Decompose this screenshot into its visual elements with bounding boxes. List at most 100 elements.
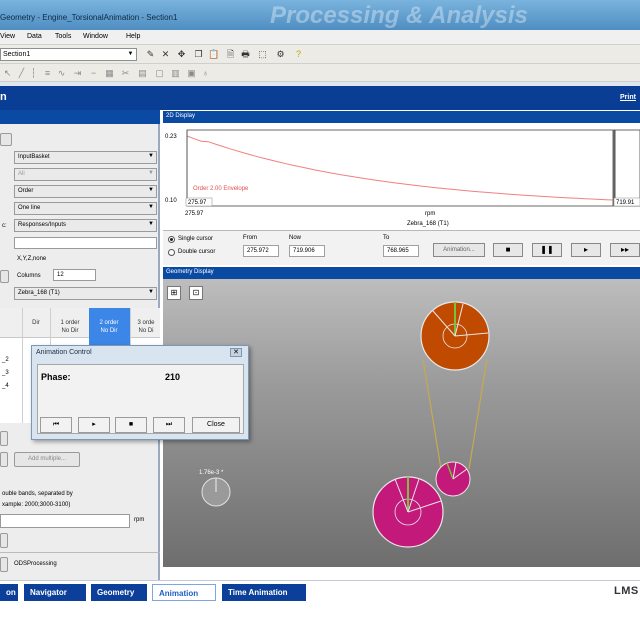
double-cursor-radio[interactable]: [168, 249, 175, 256]
menu-data[interactable]: Data: [27, 33, 42, 40]
rewind-button[interactable]: ⏮: [40, 417, 72, 433]
grid-header[interactable]: 1 order No Dir: [52, 319, 88, 335]
arrow-icon[interactable]: ⇥: [72, 68, 83, 79]
xyz-value: X,Y,Z,none: [17, 256, 47, 262]
stop-button[interactable]: ■: [493, 243, 523, 257]
cursor-right-readout: 719.91: [616, 200, 635, 206]
select-order[interactable]: Order ▼: [14, 185, 157, 198]
plot-frame: [186, 129, 614, 207]
watermark-text: Processing & Analysis: [270, 2, 528, 29]
lightbulb-icon[interactable]: ♁: [200, 68, 211, 79]
image-icon[interactable]: ▣: [186, 68, 197, 79]
select-responses-inputs[interactable]: Responses/Inputs ▼: [14, 219, 157, 232]
tab-navigator[interactable]: Navigator: [24, 584, 86, 601]
play-button[interactable]: ▸: [78, 417, 110, 433]
line-icon[interactable]: ╱: [16, 68, 27, 79]
add-multiple-button[interactable]: Add multiple...: [14, 452, 80, 467]
single-cursor-label: Single cursor: [178, 236, 214, 242]
dialog-close-icon[interactable]: ✕: [230, 348, 242, 357]
cursor-left-readout: 275.97: [188, 200, 207, 206]
workbook-header: n Print: [0, 86, 640, 110]
select-one-line[interactable]: One line ▼: [14, 202, 157, 215]
select-value: One line: [18, 205, 41, 211]
layout-icon[interactable]: ▥: [170, 68, 181, 79]
bands-input[interactable]: [0, 514, 130, 528]
curve-icon[interactable]: ∿: [56, 68, 67, 79]
section-combo-value: Section1: [3, 51, 31, 58]
minus-icon[interactable]: −: [88, 68, 99, 79]
panel-button[interactable]: [0, 431, 8, 446]
fast-forward-icon: ▸▸: [620, 245, 630, 254]
section-combo[interactable]: Section1 ▼: [0, 48, 137, 61]
cursor-icon[interactable]: ↖: [2, 68, 13, 79]
settings-icon[interactable]: ⚙: [275, 49, 286, 60]
now-label: Now: [289, 235, 302, 241]
cursor-bar: Single cursor Double cursor From 275.972…: [163, 230, 640, 265]
x-axis-label: Zebra_168 (T1): [407, 221, 449, 227]
dialog-close-button[interactable]: Close: [192, 417, 240, 433]
from-field[interactable]: 275.972: [243, 245, 279, 257]
display-2d-header: 2D Display: [163, 111, 640, 123]
print-icon[interactable]: 🖶: [240, 49, 251, 60]
panel-button[interactable]: [0, 533, 8, 548]
phase-label: Phase:: [41, 372, 71, 382]
fast-forward-button[interactable]: ▸▸: [610, 243, 640, 257]
menu-view[interactable]: View: [0, 33, 15, 40]
select-all[interactable]: All ▼: [14, 168, 157, 181]
menu-help[interactable]: Help: [126, 33, 140, 40]
print-link[interactable]: Print: [620, 94, 636, 101]
plot-svg: 0.23 0.10 Order 2.00 Envelope 275.97 719…: [165, 129, 640, 227]
select-input-basket[interactable]: InputBasket ▼: [14, 151, 157, 164]
grid-header[interactable]: 3 orde No Di: [131, 319, 161, 335]
export-icon[interactable]: ⬚: [257, 49, 268, 60]
stop-icon: ■: [128, 421, 134, 428]
node-icon[interactable]: ┆: [28, 68, 39, 79]
panel-button[interactable]: [0, 452, 8, 467]
single-cursor-radio[interactable]: [168, 236, 175, 243]
paste-icon[interactable]: 📋: [208, 49, 219, 60]
panel-button[interactable]: [0, 133, 12, 146]
select-value: Responses/Inputs: [18, 222, 67, 228]
menu-tools[interactable]: Tools: [55, 33, 71, 40]
help-icon[interactable]: ?: [293, 49, 304, 60]
tab-previous[interactable]: on: [0, 584, 18, 601]
now-field[interactable]: 719.906: [289, 245, 325, 257]
table-icon[interactable]: ▤: [137, 68, 148, 79]
skip-forward-button[interactable]: ⏭: [153, 417, 185, 433]
select-value: InputBasket: [18, 154, 50, 160]
menu-window[interactable]: Window: [83, 33, 108, 40]
pause-button[interactable]: ❚❚: [532, 243, 562, 257]
tools-icon[interactable]: ✂: [120, 68, 131, 79]
grid-icon[interactable]: ▦: [104, 68, 115, 79]
to-field[interactable]: 768.965: [383, 245, 419, 257]
play-button[interactable]: ▸: [571, 243, 601, 257]
animation-button[interactable]: Animation...: [433, 243, 485, 257]
edit-icon[interactable]: ✎: [145, 49, 156, 60]
main-toolbar: Section1 ▼ ✎ ✕ ✥ ❐ 📋 🗎 🖶 ⬚ ⚙ ?: [0, 45, 640, 64]
align-icon[interactable]: ≡: [42, 68, 53, 79]
stop-button[interactable]: ■: [115, 417, 147, 433]
belt-line: [422, 358, 442, 470]
frame-icon[interactable]: ▢: [154, 68, 165, 79]
panel-button[interactable]: [0, 270, 9, 283]
select-tacho[interactable]: Zebra_168 (T1) ▼: [14, 287, 157, 300]
tab-geometry[interactable]: Geometry: [91, 584, 147, 601]
columns-input[interactable]: 12: [53, 269, 96, 281]
display-2d-plot[interactable]: 0.23 0.10 Order 2.00 Envelope 275.97 719…: [163, 124, 640, 230]
select-value: All: [18, 171, 25, 177]
grid-header[interactable]: 2 order No Dir: [90, 319, 128, 335]
divider: [0, 552, 160, 553]
stop-icon: ■: [505, 245, 511, 254]
delete-icon[interactable]: ✕: [160, 49, 171, 60]
chevron-down-icon[interactable]: ▼: [126, 50, 135, 59]
tab-animation[interactable]: Animation: [152, 584, 216, 601]
columns-label: Columns: [17, 273, 41, 279]
copy-icon[interactable]: ❐: [193, 49, 204, 60]
preview-icon[interactable]: 🗎: [225, 49, 236, 60]
chevron-down-icon: ▼: [148, 153, 154, 159]
panel-button[interactable]: [0, 557, 8, 572]
move-icon[interactable]: ✥: [176, 49, 187, 60]
bands-example: xample: 2000;3000-3100): [2, 502, 71, 508]
text-input-blank[interactable]: [14, 237, 157, 249]
tab-time-animation[interactable]: Time Animation: [222, 584, 306, 601]
